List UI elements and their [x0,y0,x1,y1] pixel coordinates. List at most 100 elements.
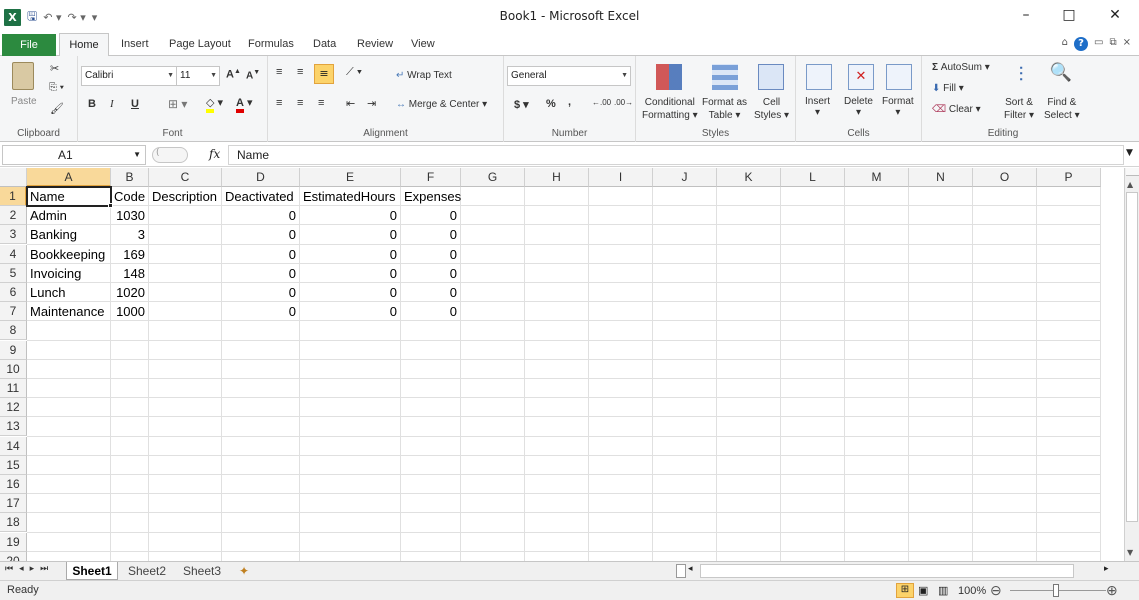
row-header-2[interactable]: 2 [0,206,27,226]
cell-g7[interactable] [461,302,525,322]
cell-n9[interactable] [909,340,973,360]
cell-a7[interactable]: Maintenance [27,302,111,322]
cell-g17[interactable] [461,494,525,514]
borders-icon[interactable]: ⊞ ▾ [168,97,187,111]
cell-n18[interactable] [909,513,973,533]
cell-e15[interactable] [300,455,401,475]
cell-e18[interactable] [300,513,401,533]
tab-formulas[interactable]: Formulas [248,38,294,50]
column-header-i[interactable]: I [589,168,653,187]
cell-o2[interactable] [973,206,1037,226]
cell-e16[interactable] [300,475,401,495]
format-as-table-button[interactable]: Format as Table ▾ [702,96,747,122]
sheet-nav-icons[interactable]: ⏮◂▸⏭ [5,564,54,574]
cell-p10[interactable] [1037,359,1101,379]
orientation-icon[interactable]: ⟋ ▾ [346,66,362,79]
cell-o18[interactable] [973,513,1037,533]
cell-g16[interactable] [461,475,525,495]
cell-o9[interactable] [973,340,1037,360]
tab-review[interactable]: Review [357,38,393,50]
cell-d19[interactable] [222,532,300,552]
cell-h3[interactable] [525,225,589,245]
cell-h5[interactable] [525,263,589,283]
fill-handle[interactable] [108,203,113,209]
cell-g11[interactable] [461,379,525,399]
cell-n8[interactable] [909,321,973,341]
cell-h1[interactable] [525,187,589,207]
cell-e19[interactable] [300,532,401,552]
cell-a2[interactable]: Admin [27,206,111,226]
cell-j3[interactable] [653,225,717,245]
cell-l5[interactable] [781,263,845,283]
cell-m20[interactable] [845,551,909,561]
cell-p14[interactable] [1037,436,1101,456]
cell-g2[interactable] [461,206,525,226]
workbook-close-icon[interactable]: ⨯ [1123,37,1131,51]
scroll-right-icon[interactable]: ▸ [1104,564,1109,574]
cell-f2[interactable]: 0 [401,206,461,226]
paste-button[interactable]: Paste [11,96,37,107]
vertical-scrollbar[interactable]: ▲ ▼ [1124,168,1139,561]
cell-i16[interactable] [589,475,653,495]
zoom-out-icon[interactable]: ⊖ [990,582,1002,599]
row-header-18[interactable]: 18 [0,513,27,533]
cell-g10[interactable] [461,359,525,379]
horizontal-scroll-thumb[interactable] [700,564,1074,578]
tab-insert[interactable]: Insert [121,38,149,50]
cell-f16[interactable] [401,475,461,495]
cell-j2[interactable] [653,206,717,226]
cell-f13[interactable] [401,417,461,437]
cell-i12[interactable] [589,398,653,418]
cell-k9[interactable] [717,340,781,360]
row-header-15[interactable]: 15 [0,455,27,475]
row-header-10[interactable]: 10 [0,359,27,379]
cell-b2[interactable]: 1030 [111,206,149,226]
workbook-restore-icon[interactable]: ⧉ [1109,37,1116,51]
cell-a6[interactable]: Lunch [27,283,111,303]
cell-n5[interactable] [909,263,973,283]
row-header-13[interactable]: 13 [0,417,27,437]
cell-m16[interactable] [845,475,909,495]
cell-f7[interactable]: 0 [401,302,461,322]
column-header-c[interactable]: C [149,168,222,187]
cell-a16[interactable] [27,475,111,495]
cell-k12[interactable] [717,398,781,418]
cell-d3[interactable]: 0 [222,225,300,245]
cell-n16[interactable] [909,475,973,495]
cell-h2[interactable] [525,206,589,226]
split-box[interactable] [1126,168,1139,176]
cell-h9[interactable] [525,340,589,360]
cell-h7[interactable] [525,302,589,322]
cell-m6[interactable] [845,283,909,303]
paste-icon[interactable] [12,62,34,90]
cell-h15[interactable] [525,455,589,475]
cell-j7[interactable] [653,302,717,322]
cell-m12[interactable] [845,398,909,418]
cell-a4[interactable]: Bookkeeping [27,244,111,264]
name-box[interactable]: A1 ▼ [2,145,146,165]
cell-p4[interactable] [1037,244,1101,264]
cell-g13[interactable] [461,417,525,437]
cell-b13[interactable] [111,417,149,437]
cell-h4[interactable] [525,244,589,264]
row-header-8[interactable]: 8 [0,321,27,341]
cell-m7[interactable] [845,302,909,322]
cell-d12[interactable] [222,398,300,418]
cell-h17[interactable] [525,494,589,514]
grow-font-button[interactable]: A▲ [226,68,241,81]
number-format-select[interactable]: General ▼ [507,66,631,86]
cell-c12[interactable] [149,398,222,418]
cell-d8[interactable] [222,321,300,341]
cell-a14[interactable] [27,436,111,456]
delete-cells-button[interactable]: Delete ▾ [844,96,873,118]
cell-i10[interactable] [589,359,653,379]
cell-d20[interactable] [222,551,300,561]
cell-m14[interactable] [845,436,909,456]
cell-c17[interactable] [149,494,222,514]
cell-o14[interactable] [973,436,1037,456]
cell-g6[interactable] [461,283,525,303]
cell-p18[interactable] [1037,513,1101,533]
cell-n20[interactable] [909,551,973,561]
align-left-icon[interactable]: ≡ [276,97,282,109]
cell-n15[interactable] [909,455,973,475]
